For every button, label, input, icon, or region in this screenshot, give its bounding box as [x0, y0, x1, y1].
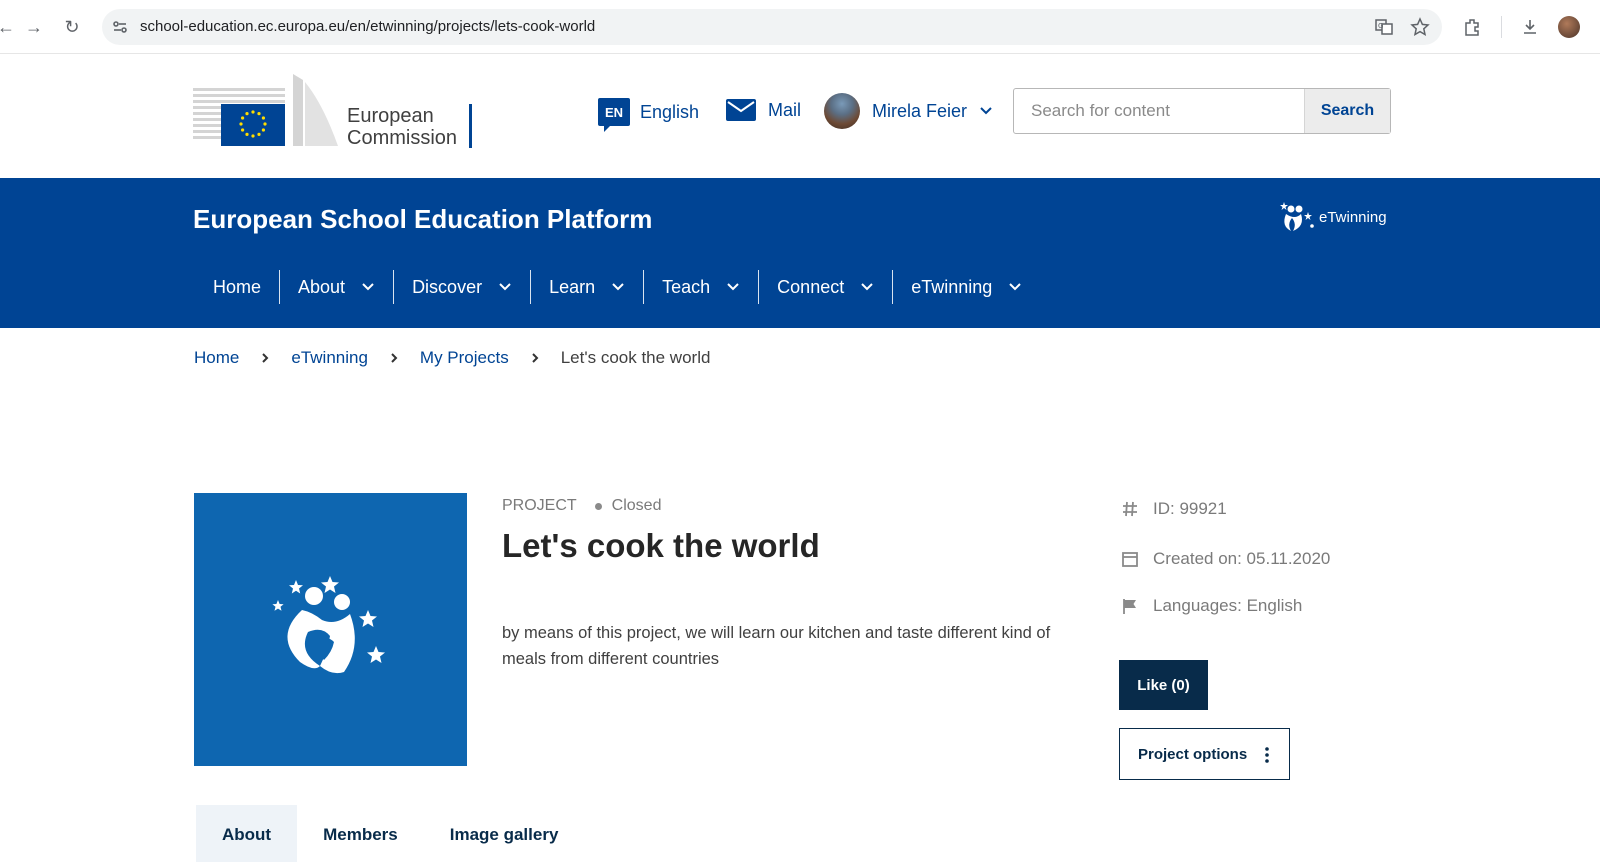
- project-options-label: Project options: [1138, 745, 1248, 763]
- menu-item-teach[interactable]: Teach: [643, 270, 758, 304]
- project-type-label: PROJECT: [502, 497, 577, 514]
- download-icon[interactable]: [1520, 17, 1540, 37]
- project-id-label: ID: 99921: [1153, 499, 1227, 518]
- menu-item-etwinning[interactable]: eTwinning: [892, 270, 1040, 304]
- site-header-band: European School Education Platform eTwin…: [0, 178, 1600, 328]
- project-image: [194, 493, 467, 766]
- main-menu: Home About Discover Learn Teach Connect …: [195, 270, 1040, 304]
- project-tabs: About Members Image gallery: [196, 805, 584, 862]
- breadcrumb: Home eTwinning My Projects Let's cook th…: [194, 348, 710, 368]
- breadcrumb-etwinning[interactable]: eTwinning: [291, 348, 368, 368]
- extensions-icon[interactable]: [1462, 17, 1482, 37]
- bookmark-star-icon[interactable]: [1410, 17, 1430, 37]
- menu-item-label: Home: [213, 276, 262, 297]
- etwinning-figures-icon: [1280, 202, 1314, 231]
- chevron-down-icon: [499, 283, 511, 291]
- more-vertical-icon: [1265, 747, 1269, 763]
- site-settings-icon[interactable]: [110, 17, 130, 37]
- etwinning-project-logo-icon: [272, 576, 385, 674]
- user-name: Mirela Feier: [872, 100, 968, 121]
- svg-text:G: G: [1378, 22, 1383, 30]
- tab-image-gallery[interactable]: Image gallery: [424, 805, 585, 862]
- like-button[interactable]: Like (0): [1119, 660, 1208, 710]
- language-label[interactable]: English: [640, 102, 699, 123]
- toolbar-divider: [1501, 16, 1502, 38]
- menu-item-learn[interactable]: Learn: [530, 270, 643, 304]
- profile-avatar[interactable]: [1558, 16, 1580, 38]
- menu-item-label: About: [298, 276, 346, 297]
- chevron-down-icon: [362, 283, 374, 291]
- chevron-down-icon: [727, 283, 739, 291]
- translate-icon[interactable]: G: [1374, 17, 1394, 37]
- menu-item-connect[interactable]: Connect: [758, 270, 892, 304]
- ec-logo-divider: [469, 104, 472, 148]
- menu-item-label: Discover: [412, 276, 483, 297]
- chevron-right-icon: [391, 353, 398, 363]
- menu-item-label: Connect: [777, 276, 845, 297]
- project-created-label: Created on: 05.11.2020: [1153, 549, 1331, 568]
- hash-icon: [1123, 501, 1137, 517]
- project-languages: Languages: English: [1121, 596, 1302, 616]
- calendar-icon: [1122, 552, 1138, 567]
- project-description: by means of this project, we will learn …: [502, 624, 1051, 668]
- url-text[interactable]: school-education.ec.europa.eu/en/etwinni…: [140, 9, 595, 45]
- user-menu[interactable]: Mirela Feier: [824, 93, 993, 129]
- mail-label: Mail: [768, 99, 802, 120]
- breadcrumb-home[interactable]: Home: [194, 348, 239, 368]
- chevron-down-icon: [612, 283, 624, 291]
- flag-icon: [1123, 599, 1136, 614]
- reload-icon[interactable]: ↻: [62, 17, 82, 37]
- ec-logo-text: European Commission: [347, 105, 457, 149]
- ec-logo-line2: Commission: [347, 127, 458, 149]
- chevron-down-icon: [1009, 283, 1021, 291]
- project-languages-label: Languages: English: [1153, 596, 1303, 615]
- site-title[interactable]: European School Education Platform: [193, 204, 652, 235]
- tab-about[interactable]: About: [196, 805, 298, 862]
- etwinning-logo[interactable]: eTwinning: [1277, 200, 1387, 234]
- project-status: Closed: [611, 497, 662, 514]
- menu-item-discover[interactable]: Discover: [393, 270, 530, 304]
- forward-icon[interactable]: →: [24, 17, 44, 37]
- user-avatar: [824, 93, 860, 129]
- mail-icon: [726, 99, 756, 121]
- breadcrumb-current: Let's cook the world: [560, 348, 711, 367]
- chevron-right-icon: [532, 353, 539, 363]
- menu-item-label: eTwinning: [911, 276, 993, 297]
- language-selector[interactable]: EN English: [598, 95, 699, 132]
- menu-item-label: Learn: [549, 276, 596, 297]
- etwinning-logo-text: eTwinning: [1319, 208, 1387, 226]
- menu-item-label: Teach: [662, 276, 711, 297]
- address-bar[interactable]: school-education.ec.europa.eu/en/etwinni…: [102, 9, 1442, 45]
- mail-link[interactable]: Mail: [726, 99, 801, 121]
- chevron-down-icon: [861, 283, 873, 291]
- project-kicker: PROJECT Closed: [502, 497, 661, 515]
- browser-toolbar: ← → ↻ school-education.ec.europa.eu/en/e…: [0, 0, 1600, 54]
- chevron-right-icon: [262, 353, 269, 363]
- language-badge: EN: [598, 98, 630, 132]
- status-dot: [594, 502, 602, 510]
- chevron-down-icon: [980, 107, 992, 115]
- search-button[interactable]: Search: [1304, 89, 1390, 133]
- tab-members[interactable]: Members: [297, 805, 424, 862]
- project-title: Let's cook the world: [502, 527, 820, 564]
- search-box: Search: [1013, 88, 1391, 134]
- menu-item-about[interactable]: About: [279, 270, 393, 304]
- search-input[interactable]: [1014, 89, 1304, 133]
- project-id: ID: 99921: [1121, 499, 1227, 519]
- back-icon[interactable]: ←: [0, 17, 16, 37]
- menu-item-home[interactable]: Home: [195, 270, 279, 304]
- ec-logo-line1: European: [347, 105, 434, 127]
- project-options-button[interactable]: Project options: [1119, 728, 1290, 780]
- project-created: Created on: 05.11.2020: [1121, 549, 1330, 569]
- breadcrumb-my-projects[interactable]: My Projects: [420, 348, 509, 368]
